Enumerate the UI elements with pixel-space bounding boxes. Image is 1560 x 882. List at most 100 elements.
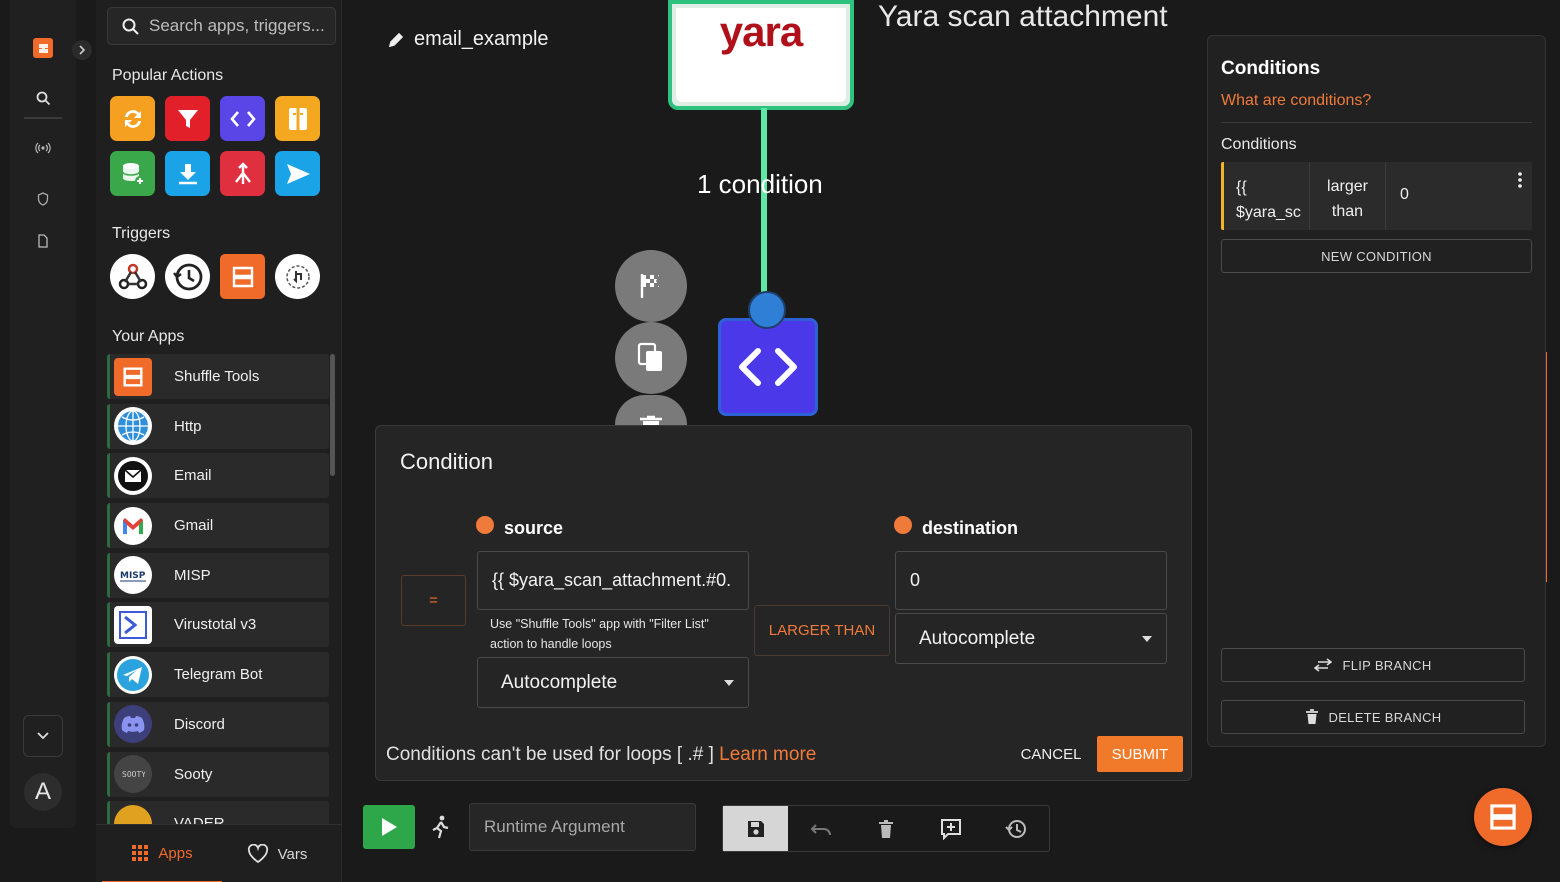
play-icon: [382, 818, 397, 836]
dialog-title: Condition: [400, 449, 493, 474]
yara-node[interactable]: yara: [668, 0, 854, 110]
condition-dialog: Condition = source {{ $yara_scan_attachm…: [375, 425, 1192, 781]
workflow-name[interactable]: email_example: [388, 28, 549, 51]
delete-branch-label: DELETE BRANCH: [1328, 709, 1442, 725]
expand-chevron-icon[interactable]: [72, 40, 92, 60]
loops-note: Conditions can't be used for loops [ .# …: [386, 744, 816, 766]
condition-row[interactable]: {{ $yara_sc larger than 0: [1221, 162, 1532, 230]
run-workflow-button[interactable]: [363, 805, 415, 849]
shield-icon[interactable]: [10, 189, 76, 209]
app-item-shuffle-tools[interactable]: Shuffle Tools: [107, 354, 329, 399]
app-item-sooty[interactable]: SOOTY Sooty: [107, 751, 329, 797]
avatar[interactable]: A: [24, 773, 62, 811]
database-add-icon[interactable]: [110, 151, 155, 196]
condition-operator: larger than: [1310, 162, 1386, 230]
shuffle-subflow-icon[interactable]: [220, 254, 265, 299]
what-are-conditions-link[interactable]: What are conditions?: [1221, 92, 1371, 110]
misp-icon: MISP: [114, 556, 152, 595]
undo-button[interactable]: [788, 806, 853, 851]
workflow-edge[interactable]: [761, 108, 767, 300]
broadcast-icon[interactable]: [10, 138, 76, 158]
loops-note-text: Conditions can't be used for loops [ .# …: [386, 744, 714, 765]
app-item-discord[interactable]: Discord: [107, 701, 329, 747]
left-rail: A: [10, 0, 92, 828]
app-item-gmail[interactable]: Gmail: [107, 503, 329, 549]
delete-button[interactable]: [853, 806, 918, 851]
svg-text:SOOTY: SOOTY: [122, 770, 145, 779]
user-input-icon[interactable]: [275, 254, 320, 299]
virustotal-icon: [114, 605, 152, 644]
new-condition-button[interactable]: NEW CONDITION: [1221, 239, 1532, 273]
apps-list: Shuffle Tools Http Email Gmail MISP MISP…: [107, 354, 329, 824]
history-button[interactable]: [984, 806, 1049, 851]
yara-node-title: Yara scan attachment: [878, 0, 1168, 33]
source-label: source: [504, 518, 564, 538]
app-item-vader[interactable]: VADER: [107, 801, 329, 824]
condition-source: {{ $yara_sc: [1224, 162, 1310, 230]
svg-text:MISP: MISP: [120, 571, 146, 581]
operator-button[interactable]: LARGER THAN: [754, 605, 890, 656]
submit-button[interactable]: SUBMIT: [1097, 736, 1183, 772]
copy-node-button[interactable]: [615, 322, 687, 394]
destination-label: destination: [922, 518, 1019, 538]
telegram-icon: [114, 655, 152, 694]
destination-input[interactable]: 0: [895, 551, 1167, 610]
conditions-subtitle: Conditions: [1221, 136, 1297, 153]
flip-branch-button[interactable]: FLIP BRANCH: [1221, 648, 1525, 682]
code-node[interactable]: [718, 318, 818, 416]
destination-status-dot: [894, 516, 912, 534]
destination-select-value: Autocomplete: [919, 627, 1036, 649]
search-icon[interactable]: [10, 88, 76, 108]
equals-toggle-button[interactable]: =: [401, 575, 466, 626]
collapse-chevron-button[interactable]: [23, 715, 63, 757]
schedule-icon[interactable]: [165, 254, 210, 299]
edge-condition-label[interactable]: 1 condition: [697, 169, 823, 200]
panel-divider: [1221, 122, 1532, 123]
shuffle-help-button[interactable]: [1474, 788, 1532, 846]
apps-scrollbar[interactable]: [330, 354, 335, 476]
filter-icon[interactable]: [165, 96, 210, 141]
conditions-panel: Conditions What are conditions? Conditio…: [1207, 35, 1546, 747]
flip-branch-label: FLIP BRANCH: [1342, 657, 1432, 673]
source-input[interactable]: {{ $yara_scan_attachment.#0.: [477, 551, 749, 610]
start-flag-button[interactable]: [615, 250, 687, 322]
runtime-argument-input[interactable]: [484, 804, 684, 850]
more-vert-icon[interactable]: [1518, 172, 1522, 193]
app-label: MISP: [174, 566, 211, 584]
code-icon[interactable]: [220, 96, 265, 141]
execution-mode-button[interactable]: [420, 805, 460, 849]
runtime-argument-box[interactable]: [469, 803, 696, 851]
popular-actions-title: Popular Actions: [112, 67, 224, 84]
tab-vars[interactable]: Vars: [222, 825, 332, 882]
document-icon[interactable]: [10, 231, 76, 251]
tab-apps[interactable]: Apps: [102, 825, 222, 882]
add-comment-button[interactable]: [919, 806, 984, 851]
destination-autocomplete-select[interactable]: Autocomplete: [895, 613, 1167, 664]
copy-icon: [637, 342, 662, 371]
search-input[interactable]: [149, 16, 329, 36]
triggers-grid: [110, 254, 320, 299]
delete-branch-button[interactable]: DELETE BRANCH: [1221, 700, 1525, 734]
app-item-virustotal[interactable]: Virustotal v3: [107, 602, 329, 648]
download-icon[interactable]: [165, 151, 210, 196]
add-comment-icon: [941, 818, 962, 840]
merge-icon[interactable]: [220, 151, 265, 196]
split-page-icon[interactable]: [275, 96, 320, 141]
app-item-misp[interactable]: MISP MISP: [107, 552, 329, 598]
sidebar-tabs: Apps Vars: [96, 824, 342, 882]
delete-node-button[interactable]: [615, 395, 687, 425]
source-autocomplete-select[interactable]: Autocomplete: [477, 657, 749, 708]
learn-more-link[interactable]: Learn more: [719, 744, 816, 765]
webhook-icon[interactable]: [110, 254, 155, 299]
app-item-telegram-bot[interactable]: Telegram Bot: [107, 652, 329, 698]
shuffle-logo-icon[interactable]: [33, 38, 53, 58]
app-item-email[interactable]: Email: [107, 453, 329, 499]
cancel-button[interactable]: CANCEL: [1010, 736, 1092, 772]
app-item-http[interactable]: Http: [107, 403, 329, 449]
search-box[interactable]: [107, 7, 336, 45]
send-icon[interactable]: [275, 151, 320, 196]
refresh-icon[interactable]: [110, 96, 155, 141]
heart-icon: [247, 844, 268, 864]
node-input-handle[interactable]: [748, 291, 786, 329]
save-button[interactable]: [723, 806, 789, 851]
